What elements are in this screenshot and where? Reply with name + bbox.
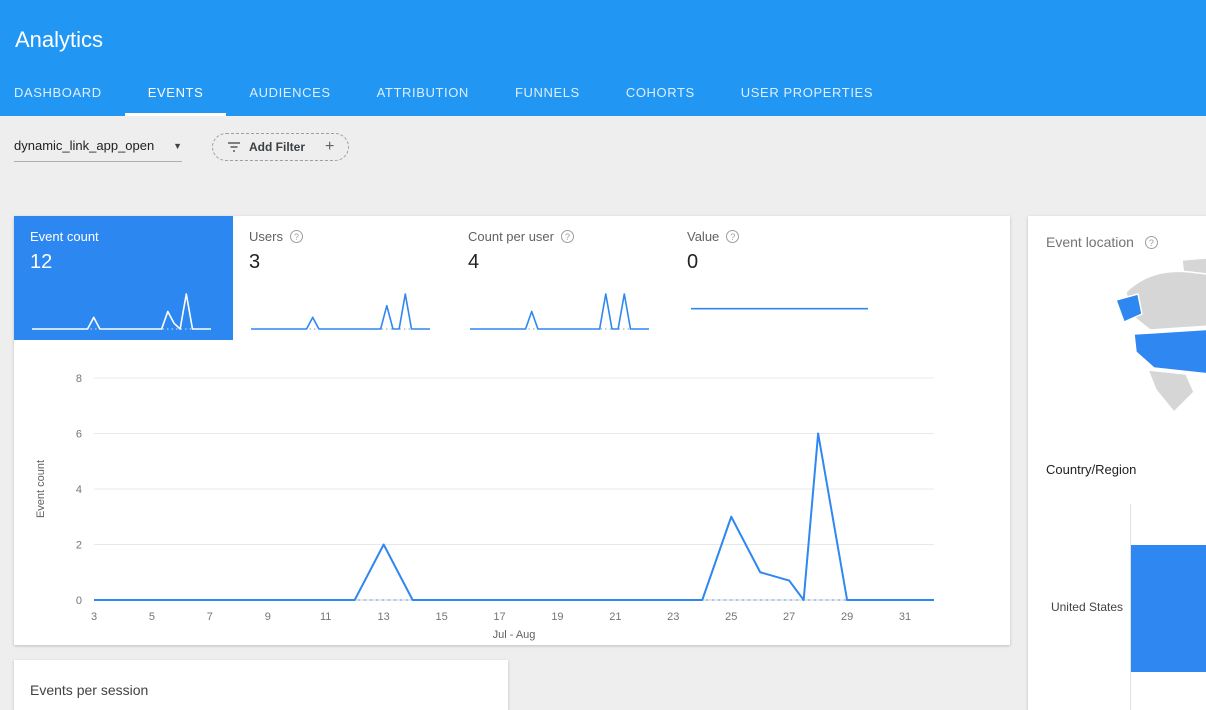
event-count-line-chart: 0 2 4 6 8 3 5 7 9 11 13 15 17 19 21 23 25 27 29 31 Jul - Aug… (14, 366, 1010, 645)
app-header: Analytics DASHBOARD EVENTS AUDIENCES ATT… (0, 0, 1206, 116)
svg-text:Jul - Aug: Jul - Aug (493, 629, 536, 641)
sparkline-value (687, 288, 874, 334)
svg-text:29: 29 (841, 611, 853, 623)
map-united-states (1134, 328, 1206, 374)
country-region-label: Country/Region (1046, 462, 1136, 477)
svg-text:6: 6 (76, 429, 82, 441)
united-states-bar[interactable] (1131, 545, 1206, 672)
svg-text:5: 5 (149, 611, 155, 623)
tab-user-properties[interactable]: USER PROPERTIES (718, 71, 896, 116)
svg-text:2: 2 (76, 540, 82, 552)
add-filter-label: Add Filter (249, 140, 305, 154)
help-icon[interactable]: ? (290, 230, 303, 243)
metric-value: 12 (30, 251, 217, 274)
metric-tile-event-count[interactable]: Event count 12 (14, 216, 233, 340)
svg-text:8: 8 (76, 373, 82, 385)
sparkline-users (249, 288, 436, 334)
dropdown-caret-icon: ▼ (173, 141, 182, 151)
event-selector-dropdown[interactable]: dynamic_link_app_open ▼ (14, 138, 182, 162)
event-location-title: Event location (1046, 234, 1134, 250)
plus-icon: + (325, 138, 334, 156)
tab-funnels[interactable]: FUNNELS (492, 71, 603, 116)
tab-events[interactable]: EVENTS (125, 71, 227, 116)
svg-text:Event count: Event count (35, 460, 47, 518)
svg-text:13: 13 (378, 611, 390, 623)
svg-text:17: 17 (493, 611, 505, 623)
metric-tile-users[interactable]: Users? 3 (233, 216, 452, 340)
event-location-card: Event location ? Country/Region United S… (1028, 216, 1206, 710)
metric-value: 0 (687, 251, 874, 274)
metric-label: Users (249, 229, 283, 244)
svg-text:19: 19 (551, 611, 563, 623)
metric-label: Count per user (468, 229, 554, 244)
metric-tiles: Event count 12 Users? 3 Count per user? … (14, 216, 890, 340)
metric-value: 4 (468, 251, 655, 274)
north-america-map (1090, 256, 1206, 431)
metric-tile-value[interactable]: Value? 0 (671, 216, 890, 340)
svg-text:7: 7 (207, 611, 213, 623)
metric-label: Event count (30, 229, 99, 244)
events-per-session-card: Events per session (14, 660, 508, 710)
analytics-app: Analytics DASHBOARD EVENTS AUDIENCES ATT… (0, 0, 1206, 710)
help-icon[interactable]: ? (726, 230, 739, 243)
svg-text:0: 0 (76, 595, 82, 607)
svg-text:3: 3 (91, 611, 97, 623)
metric-label: Value (687, 229, 719, 244)
events-overview-card: Event count 12 Users? 3 Count per user? … (14, 216, 1010, 645)
tab-cohorts[interactable]: COHORTS (603, 71, 718, 116)
svg-text:11: 11 (320, 611, 331, 623)
event-selector-value: dynamic_link_app_open (14, 138, 154, 153)
svg-text:4: 4 (76, 484, 82, 496)
add-filter-button[interactable]: Add Filter + (212, 133, 349, 161)
svg-text:31: 31 (899, 611, 911, 623)
help-icon[interactable]: ? (1145, 236, 1158, 249)
sparkline-count-per-user (468, 288, 655, 334)
svg-text:25: 25 (725, 611, 737, 623)
sparkline-event-count (30, 288, 217, 334)
tab-audiences[interactable]: AUDIENCES (226, 71, 353, 116)
svg-text:9: 9 (265, 611, 271, 623)
tab-dashboard[interactable]: DASHBOARD (0, 71, 125, 116)
events-per-session-title: Events per session (14, 660, 508, 710)
metric-value: 3 (249, 251, 436, 274)
svg-text:21: 21 (609, 611, 621, 623)
svg-text:23: 23 (667, 611, 679, 623)
tab-bar: DASHBOARD EVENTS AUDIENCES ATTRIBUTION F… (0, 71, 896, 116)
svg-text:15: 15 (435, 611, 447, 623)
metric-tile-count-per-user[interactable]: Count per user? 4 (452, 216, 671, 340)
filter-icon (227, 141, 241, 153)
country-label: United States (1028, 600, 1123, 614)
help-icon[interactable]: ? (561, 230, 574, 243)
tab-attribution[interactable]: ATTRIBUTION (354, 71, 492, 116)
map-mexico (1148, 370, 1194, 412)
svg-text:27: 27 (783, 611, 795, 623)
app-title: Analytics (15, 27, 103, 53)
